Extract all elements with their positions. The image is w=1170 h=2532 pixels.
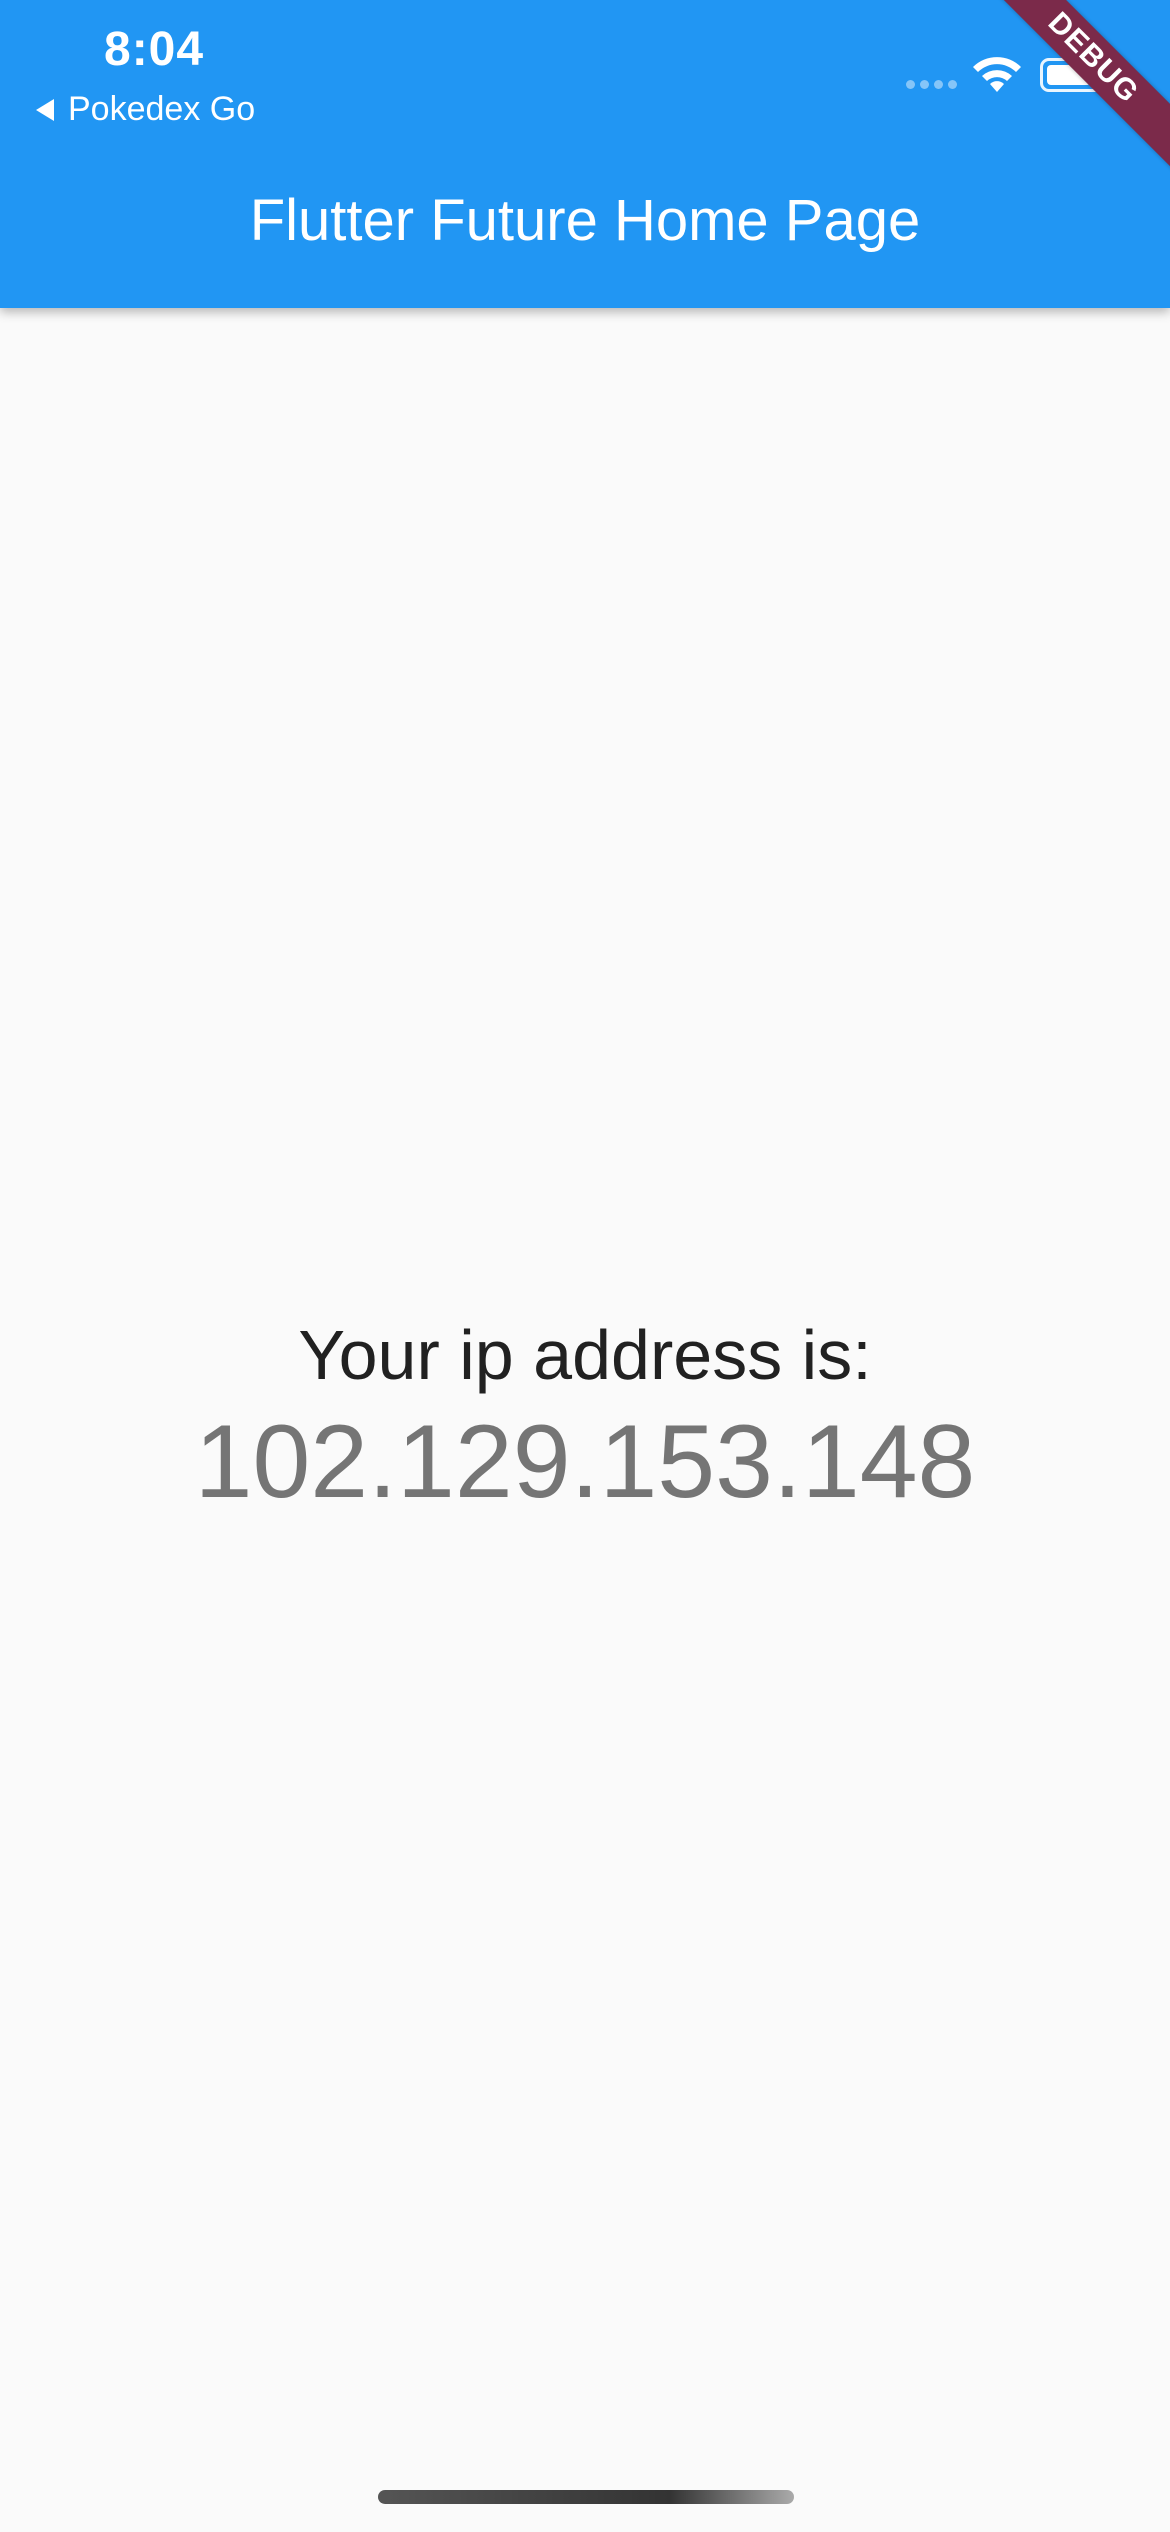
app-screen: 8:04 Pokedex Go Flutter Future Home Page… (0, 0, 1170, 2532)
ip-address-value: 102.129.153.148 (194, 1404, 976, 1520)
back-app-label: Pokedex Go (68, 90, 256, 128)
back-arrow-icon (36, 98, 54, 121)
ip-info: Your ip address is: 102.129.153.148 (0, 1310, 1170, 1524)
back-to-app-button[interactable]: Pokedex Go (36, 90, 255, 129)
ip-label: Your ip address is: (298, 1316, 872, 1394)
home-indicator[interactable] (378, 2490, 794, 2504)
signal-dots-icon (906, 80, 957, 89)
app-bar: 8:04 Pokedex Go Flutter Future Home Page (0, 0, 1170, 308)
status-time: 8:04 (104, 23, 205, 76)
page-title: Flutter Future Home Page (249, 188, 921, 253)
wifi-icon (973, 57, 1021, 92)
